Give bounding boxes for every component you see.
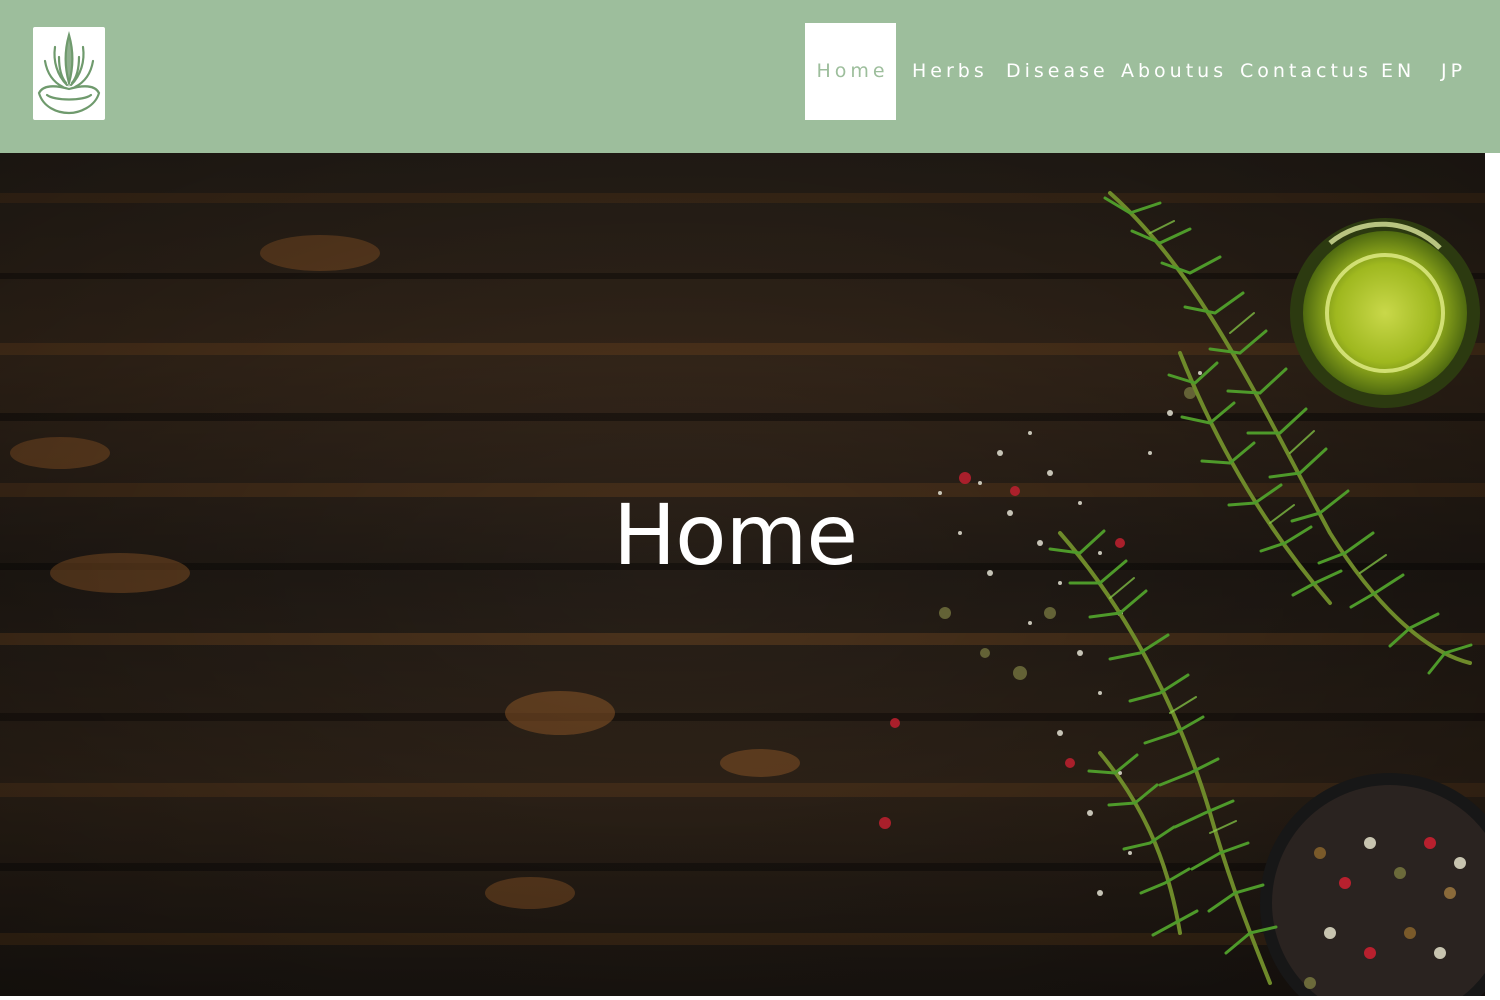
nav-home[interactable]: Home (805, 23, 896, 120)
page-right-edge (1485, 153, 1500, 1000)
nav-aboutus[interactable]: Aboutus (1121, 23, 1227, 120)
nav-lang-jp[interactable]: JP (1441, 23, 1466, 120)
page-bottom-edge (0, 996, 1500, 1000)
nav-herbs[interactable]: Herbs (912, 23, 988, 120)
nav-lang-en[interactable]: EN (1381, 23, 1415, 120)
lotus-logo-icon (37, 30, 101, 115)
site-header: Home Herbs Disease Aboutus Contactus EN … (0, 0, 1500, 153)
hero-title: Home (612, 486, 858, 584)
nav-disease[interactable]: Disease (1006, 23, 1109, 120)
nav-contactus[interactable]: Contactus (1240, 23, 1372, 120)
site-logo[interactable] (33, 27, 105, 120)
